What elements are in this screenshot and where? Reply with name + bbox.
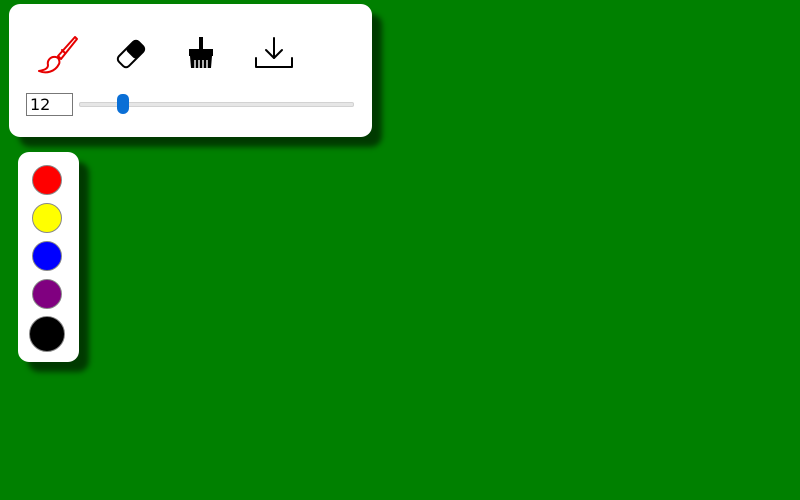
color-swatch[interactable] xyxy=(32,165,62,195)
toolbar: 12 xyxy=(9,4,372,137)
slider-thumb[interactable] xyxy=(116,94,129,114)
download-icon xyxy=(255,37,293,68)
clear-brush-icon xyxy=(189,37,213,68)
clear-canvas-button[interactable] xyxy=(179,32,223,76)
brush-tool-button[interactable] xyxy=(36,32,80,76)
brush-icon xyxy=(38,36,78,74)
color-swatch[interactable] xyxy=(32,241,62,271)
brush-size-slider[interactable] xyxy=(79,94,354,114)
eraser-icon xyxy=(116,39,146,69)
color-swatch[interactable] xyxy=(32,279,62,309)
eraser-tool-button[interactable] xyxy=(109,32,153,76)
color-swatch[interactable] xyxy=(29,316,65,352)
download-button[interactable] xyxy=(252,32,296,76)
color-swatch[interactable] xyxy=(32,203,62,233)
color-palette xyxy=(18,152,79,362)
brush-size-input[interactable]: 12 xyxy=(26,93,73,116)
